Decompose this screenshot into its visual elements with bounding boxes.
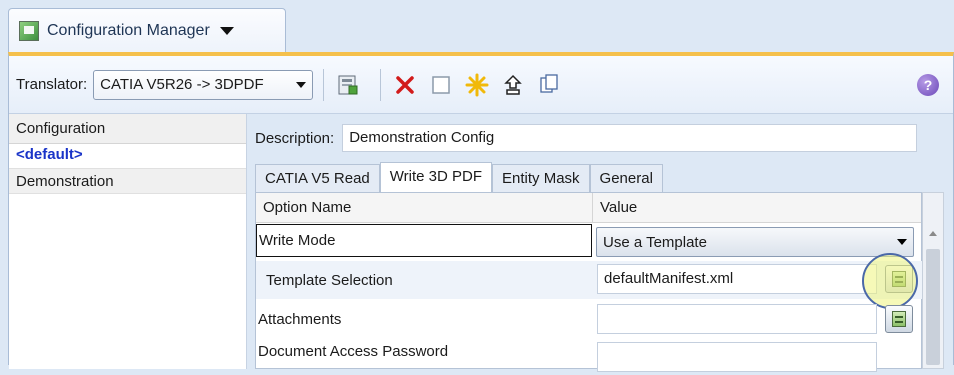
- template-selection-field[interactable]: defaultManifest.xml: [597, 264, 877, 294]
- configuration-manager-icon: [19, 20, 39, 41]
- browse-file-icon: [892, 271, 906, 287]
- write-mode-select[interactable]: Use a Template: [596, 227, 914, 257]
- option-name-cell[interactable]: Document Access Password: [256, 339, 593, 375]
- option-tabs: CATIA V5 Read Write 3D PDF Entity Mask G…: [255, 162, 663, 192]
- app-title: Configuration Manager: [47, 21, 210, 39]
- toolbar-divider: [380, 68, 382, 101]
- scroll-thumb[interactable]: [926, 249, 940, 365]
- vertical-scrollbar[interactable]: [922, 192, 944, 369]
- sidebar-item-default[interactable]: <default>: [9, 144, 246, 168]
- configuration-manager-tab[interactable]: Configuration Manager: [8, 8, 286, 52]
- tab-catia-v5-read[interactable]: CATIA V5 Read: [255, 164, 380, 192]
- config-content: Description: Demonstration Config CATIA …: [247, 114, 953, 372]
- description-label: Description:: [255, 129, 335, 147]
- browse-template-button[interactable]: [885, 265, 913, 293]
- sparkle-icon: [465, 73, 489, 96]
- chevron-down-icon[interactable]: [219, 26, 234, 35]
- options-grid: Option Name Value Write Mode Use a Templ…: [255, 192, 923, 372]
- new-blank-button[interactable]: [427, 71, 455, 99]
- attachments-field[interactable]: [597, 304, 877, 334]
- table-row: Attachments: [256, 301, 923, 337]
- chevron-down-icon: [296, 81, 307, 88]
- copy-icon: [540, 73, 558, 93]
- new-config-button[interactable]: [463, 71, 491, 99]
- main-panel: Translator: CATIA V5R26 -> 3DPDF ? Confi…: [8, 52, 954, 372]
- chevron-down-icon: [897, 239, 907, 245]
- write-mode-value: Use a Template: [603, 233, 707, 251]
- tab-write-3d-pdf[interactable]: Write 3D PDF: [379, 162, 493, 192]
- save-config-button[interactable]: [334, 71, 362, 99]
- sidebar-item-demonstration[interactable]: Demonstration: [9, 168, 246, 194]
- column-header-value[interactable]: Value: [593, 193, 921, 222]
- toolbar: Translator: CATIA V5R26 -> 3DPDF ?: [9, 56, 953, 114]
- sidebar-header: Configuration: [9, 114, 246, 144]
- export-button[interactable]: [499, 71, 527, 99]
- tab-entity-mask[interactable]: Entity Mask: [492, 164, 590, 192]
- translator-select[interactable]: CATIA V5R26 -> 3DPDF: [93, 69, 314, 100]
- column-header-option-name[interactable]: Option Name: [256, 193, 593, 222]
- translator-label: Translator:: [16, 76, 88, 93]
- browse-file-icon: [892, 311, 906, 327]
- translator-value: CATIA V5R26 -> 3DPDF: [100, 76, 264, 93]
- table-row: Write Mode Use a Template: [256, 223, 923, 259]
- option-name-cell[interactable]: Template Selection: [256, 261, 593, 299]
- table-row: Document Access Password: [256, 339, 923, 375]
- delete-x-icon: [396, 75, 414, 94]
- option-name-cell[interactable]: Attachments: [256, 301, 593, 337]
- document-password-field[interactable]: [597, 342, 877, 372]
- save-config-icon: [338, 75, 358, 94]
- blank-square-icon: [432, 75, 450, 94]
- table-row: Template Selection defaultManifest.xml: [256, 253, 923, 309]
- copy-button[interactable]: [535, 71, 563, 99]
- grid-header: Option Name Value: [256, 193, 921, 223]
- delete-button[interactable]: [391, 71, 419, 99]
- option-name-cell[interactable]: Write Mode: [256, 224, 592, 257]
- help-icon[interactable]: ?: [917, 74, 939, 96]
- toolbar-divider: [323, 68, 325, 101]
- export-arrow-icon: [504, 74, 522, 95]
- scroll-up-icon[interactable]: [929, 231, 937, 236]
- browse-attachments-button[interactable]: [885, 305, 913, 333]
- description-input[interactable]: Demonstration Config: [342, 124, 918, 152]
- configuration-sidebar: Configuration <default> Demonstration: [9, 114, 247, 369]
- tab-general[interactable]: General: [589, 164, 663, 192]
- description-row: Description: Demonstration Config: [255, 124, 918, 152]
